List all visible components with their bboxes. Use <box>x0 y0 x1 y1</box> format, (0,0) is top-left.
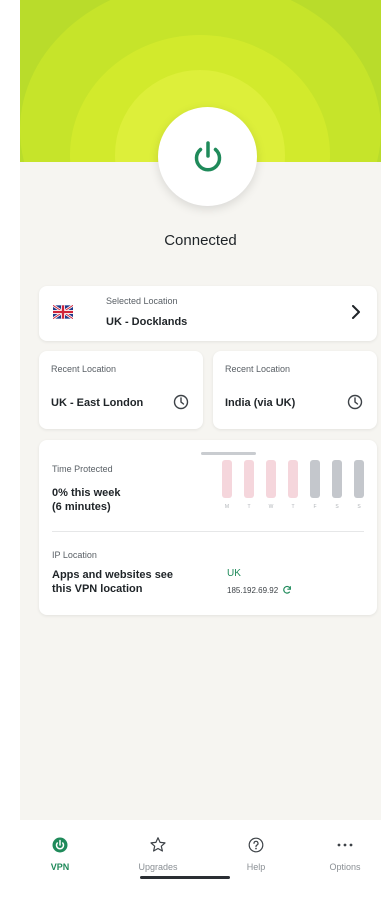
ip-location-description: Apps and websites see this VPN location <box>52 569 174 595</box>
divider <box>52 531 364 532</box>
day-bar <box>288 460 298 498</box>
ip-address-row: 185.192.69.92 <box>227 585 292 595</box>
nav-label: Options <box>329 862 361 872</box>
day-label: T <box>247 504 251 510</box>
day-label: S <box>357 504 361 510</box>
bottom-navigation: VPN Upgrades Help Options <box>20 820 381 903</box>
clock-icon <box>347 394 363 410</box>
selected-location-label: Selected Location <box>106 296 178 306</box>
time-protected-value: 0% this week (6 minutes) <box>52 487 121 513</box>
drag-handle[interactable] <box>201 452 256 455</box>
nav-upgrades[interactable]: Upgrades <box>123 834 193 872</box>
more-icon <box>337 843 353 847</box>
selected-location-card[interactable]: Selected Location UK - Docklands <box>39 286 377 341</box>
ip-country: UK <box>227 568 241 579</box>
day-bar <box>244 460 254 498</box>
day-label: T <box>291 504 295 510</box>
nav-label: Help <box>246 862 266 872</box>
vpn-icon <box>52 837 68 853</box>
ip-location-label: IP Location <box>52 550 97 560</box>
clock-icon <box>173 394 189 410</box>
day-bar <box>222 460 232 498</box>
day-bar <box>354 460 364 498</box>
recent-location-card[interactable]: Recent Location India (via UK) <box>213 351 377 429</box>
power-icon <box>194 140 221 171</box>
recent-location-label: Recent Location <box>51 364 117 374</box>
recent-location-label: Recent Location <box>225 364 291 374</box>
day-label: S <box>335 504 339 510</box>
day-label: M <box>224 504 230 510</box>
vpn-app: Connected Selected Location UK - Docklan… <box>20 0 381 903</box>
ip-address: 185.192.69.92 <box>227 585 279 595</box>
recent-location-card[interactable]: Recent Location UK - East London <box>39 351 203 429</box>
nav-vpn[interactable]: VPN <box>25 834 95 872</box>
star-icon <box>150 837 166 852</box>
nav-options[interactable]: Options <box>310 834 380 872</box>
nav-label: Upgrades <box>138 862 178 872</box>
selected-location-value: UK - Docklands <box>106 316 188 328</box>
help-icon <box>248 837 264 853</box>
nav-help[interactable]: Help <box>221 834 291 872</box>
protection-stats-card: Time Protected 0% this week (6 minutes) … <box>39 440 377 615</box>
uk-flag-icon <box>53 305 73 319</box>
day-bar <box>332 460 342 498</box>
day-label: F <box>313 504 317 510</box>
nav-label: VPN <box>50 862 70 872</box>
day-label: W <box>268 504 274 510</box>
recent-location-value: UK - East London <box>51 397 144 409</box>
recent-location-value: India (via UK) <box>225 397 296 409</box>
day-bar <box>310 460 320 498</box>
refresh-icon[interactable] <box>282 585 292 595</box>
connection-status: Connected <box>164 232 237 249</box>
home-indicator[interactable] <box>140 876 230 879</box>
chevron-right-icon <box>352 305 360 319</box>
time-protected-label: Time Protected <box>52 464 113 474</box>
power-button[interactable] <box>158 107 257 206</box>
day-bar <box>266 460 276 498</box>
